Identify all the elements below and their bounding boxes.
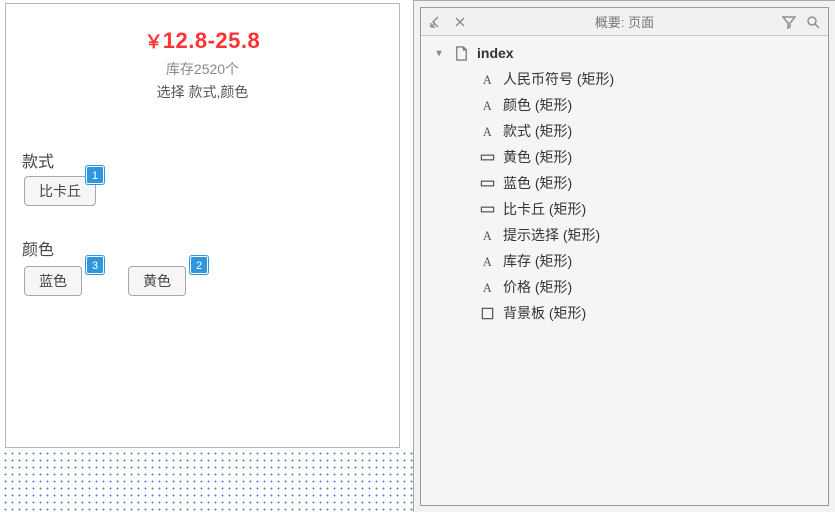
tree-item[interactable]: 比卡丘 (矩形) (429, 196, 828, 222)
rect-wide-icon (479, 175, 495, 191)
tree-item-label: 价格 (矩形) (503, 277, 572, 297)
tree-item[interactable]: A 提示选择 (矩形) (429, 222, 828, 248)
tree-item[interactable]: A 价格 (矩形) (429, 274, 828, 300)
collapse-icon[interactable] (429, 15, 443, 29)
footnote-badge-3[interactable]: 3 (86, 256, 104, 274)
tree-item-label: 背景板 (矩形) (503, 303, 586, 323)
svg-text:A: A (482, 255, 491, 269)
tree-root-label: index (477, 45, 514, 61)
tree-item-label: 蓝色 (矩形) (503, 173, 572, 193)
text-icon: A (479, 279, 495, 295)
artboard[interactable]: ￥12.8-25.8 库存2520个 选择 款式,颜色 款式 颜色 比卡丘 蓝色… (5, 3, 400, 448)
search-icon[interactable] (806, 15, 820, 29)
tree-item-label: 比卡丘 (矩形) (503, 199, 586, 219)
color-chip-blue[interactable]: 蓝色 (24, 266, 82, 296)
color-section-label: 颜色 (22, 236, 54, 260)
page-icon (453, 45, 469, 61)
svg-text:A: A (482, 73, 491, 87)
tree-item-label: 库存 (矩形) (503, 251, 572, 271)
tree-item[interactable]: 黄色 (矩形) (429, 144, 828, 170)
rect-icon (479, 305, 495, 321)
text-icon: A (479, 227, 495, 243)
canvas-dotgrid (0, 448, 413, 512)
outline-tree: ▾ index A 人民币符号 (矩形) A 颜色 (矩形) A 款式 (矩形) 黄色 (矩… (421, 36, 828, 326)
app-root: ￥12.8-25.8 库存2520个 选择 款式,颜色 款式 颜色 比卡丘 蓝色… (0, 0, 835, 512)
tree-item-label: 黄色 (矩形) (503, 147, 572, 167)
svg-text:A: A (482, 281, 491, 295)
price-value: 12.8-25.8 (163, 28, 260, 53)
filter-icon[interactable] (782, 15, 796, 29)
svg-text:A: A (482, 99, 491, 113)
close-icon[interactable] (453, 15, 467, 29)
svg-text:A: A (482, 229, 491, 243)
chevron-down-icon[interactable]: ▾ (433, 48, 445, 59)
design-canvas[interactable]: ￥12.8-25.8 库存2520个 选择 款式,颜色 款式 颜色 比卡丘 蓝色… (0, 0, 413, 512)
tree-item[interactable]: A 库存 (矩形) (429, 248, 828, 274)
rect-wide-icon (479, 201, 495, 217)
tree-item[interactable]: A 人民币符号 (矩形) (429, 66, 828, 92)
stock-text: 库存2520个 (6, 59, 399, 79)
tree-item-label: 人民币符号 (矩形) (503, 69, 614, 89)
outline-header: 概要: 页面 (421, 8, 828, 36)
outline-title: 概要: 页面 (467, 12, 782, 31)
tree-root[interactable]: ▾ index (429, 40, 828, 66)
tree-item[interactable]: 背景板 (矩形) (429, 300, 828, 326)
hint-text: 选择 款式,颜色 (6, 82, 399, 102)
tree-item[interactable]: A 颜色 (矩形) (429, 92, 828, 118)
text-icon: A (479, 253, 495, 269)
style-section-label: 款式 (22, 148, 54, 172)
tree-item-label: 提示选择 (矩形) (503, 225, 600, 245)
price-line: ￥12.8-25.8 (6, 28, 399, 54)
text-icon: A (479, 71, 495, 87)
rect-wide-icon (479, 149, 495, 165)
color-chip-yellow[interactable]: 黄色 (128, 266, 186, 296)
svg-text:A: A (482, 125, 491, 139)
footnote-badge-1[interactable]: 1 (86, 166, 104, 184)
tree-item[interactable]: A 款式 (矩形) (429, 118, 828, 144)
outline-panel-inner: 概要: 页面 ▾ index A (420, 7, 829, 506)
text-icon: A (479, 123, 495, 139)
footnote-badge-2[interactable]: 2 (190, 256, 208, 274)
tree-item-label: 款式 (矩形) (503, 121, 572, 141)
outline-panel: 概要: 页面 ▾ index A (413, 0, 835, 512)
tree-item-label: 颜色 (矩形) (503, 95, 572, 115)
text-icon: A (479, 97, 495, 113)
tree-item[interactable]: 蓝色 (矩形) (429, 170, 828, 196)
currency-symbol: ￥ (145, 32, 163, 52)
